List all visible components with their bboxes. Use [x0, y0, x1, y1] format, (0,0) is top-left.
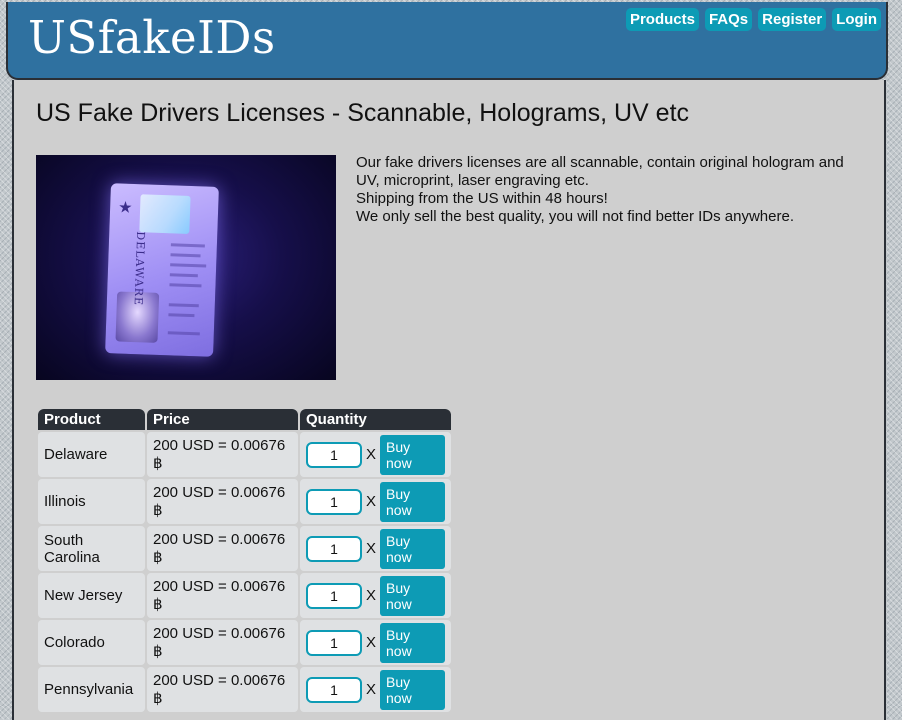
hologram-graphic	[139, 194, 191, 234]
quantity-input[interactable]	[306, 582, 362, 609]
quantity-cell: X Buy now	[300, 526, 451, 571]
quantity-input[interactable]	[306, 629, 362, 656]
table-row: New Jersey 200 USD = 0.00676 ฿ X Buy now	[38, 573, 451, 618]
column-header-quantity: Quantity	[300, 409, 451, 430]
quantity-input[interactable]	[306, 676, 362, 703]
star-icon: ★	[117, 199, 133, 217]
quantity-cell: X Buy now	[300, 479, 451, 524]
main-content: US Fake Drivers Licenses - Scannable, Ho…	[12, 80, 886, 720]
card-text-line	[170, 253, 201, 258]
buy-now-button[interactable]: Buy now	[380, 434, 445, 475]
card-text-line	[170, 243, 205, 248]
table-row: Delaware 200 USD = 0.00676 ฿ X Buy now	[38, 432, 451, 477]
product-name: Delaware	[38, 432, 145, 477]
times-symbol: X	[366, 634, 377, 651]
product-name: Pennsylvania	[38, 667, 145, 712]
description-line: Shipping from the US within 48 hours!	[356, 190, 608, 207]
card-text-line	[168, 303, 199, 308]
table-header-row: Product Price Quantity	[38, 409, 451, 430]
id-card-image: ★ DELAWARE	[105, 183, 219, 357]
times-symbol: X	[366, 681, 377, 698]
product-price: 200 USD = 0.00676 ฿	[147, 526, 298, 571]
site-header: USfakeIDs Products FAQs Register Login	[6, 2, 888, 80]
buy-now-button[interactable]: Buy now	[380, 669, 445, 710]
times-symbol: X	[366, 446, 377, 463]
product-name: South Carolina	[38, 526, 145, 571]
quantity-cell: X Buy now	[300, 667, 451, 712]
nav-login-button[interactable]: Login	[832, 8, 881, 31]
buy-now-button[interactable]: Buy now	[380, 622, 445, 663]
card-text-line	[167, 331, 200, 336]
table-row: South Carolina 200 USD = 0.00676 ฿ X Buy…	[38, 526, 451, 571]
product-price: 200 USD = 0.00676 ฿	[147, 667, 298, 712]
card-text-line	[169, 283, 202, 288]
site-logo[interactable]: USfakeIDs	[28, 10, 276, 66]
description-line: Our fake drivers licenses are all scanna…	[356, 154, 844, 189]
card-state-label: DELAWARE	[131, 231, 148, 307]
product-name: New Jersey	[38, 573, 145, 618]
description-line: We only sell the best quality, you will …	[356, 208, 794, 225]
quantity-cell: X Buy now	[300, 573, 451, 618]
buy-now-button[interactable]: Buy now	[380, 481, 445, 522]
products-table: Product Price Quantity Delaware 200 USD …	[36, 407, 453, 714]
quantity-cell: X Buy now	[300, 620, 451, 665]
quantity-cell: X Buy now	[300, 432, 451, 477]
quantity-input[interactable]	[306, 441, 362, 468]
card-text-line	[170, 263, 207, 268]
card-text-line	[169, 273, 198, 278]
nav-products-button[interactable]: Products	[625, 8, 699, 31]
quantity-input[interactable]	[306, 488, 362, 515]
product-price: 200 USD = 0.00676 ฿	[147, 479, 298, 524]
column-header-price: Price	[147, 409, 298, 430]
buy-now-button[interactable]: Buy now	[380, 575, 445, 616]
quantity-input[interactable]	[306, 535, 362, 562]
product-name: Illinois	[38, 479, 145, 524]
times-symbol: X	[366, 540, 377, 557]
product-price: 200 USD = 0.00676 ฿	[147, 620, 298, 665]
product-price: 200 USD = 0.00676 ฿	[147, 432, 298, 477]
nav-register-button[interactable]: Register	[758, 8, 827, 31]
times-symbol: X	[366, 587, 377, 604]
product-name: Colorado	[38, 620, 145, 665]
product-description: Our fake drivers licenses are all scanna…	[356, 154, 871, 226]
product-price: 200 USD = 0.00676 ฿	[147, 573, 298, 618]
times-symbol: X	[366, 493, 377, 510]
product-photo: ★ DELAWARE	[36, 155, 336, 380]
table-row: Pennsylvania 200 USD = 0.00676 ฿ X Buy n…	[38, 667, 451, 712]
main-nav: Products FAQs Register Login	[625, 8, 881, 31]
column-header-product: Product	[38, 409, 145, 430]
table-row: Illinois 200 USD = 0.00676 ฿ X Buy now	[38, 479, 451, 524]
card-text-line	[168, 313, 195, 318]
table-row: Colorado 200 USD = 0.00676 ฿ X Buy now	[38, 620, 451, 665]
page-title: US Fake Drivers Licenses - Scannable, Ho…	[36, 99, 690, 127]
nav-faqs-button[interactable]: FAQs	[704, 8, 753, 31]
buy-now-button[interactable]: Buy now	[380, 528, 445, 569]
